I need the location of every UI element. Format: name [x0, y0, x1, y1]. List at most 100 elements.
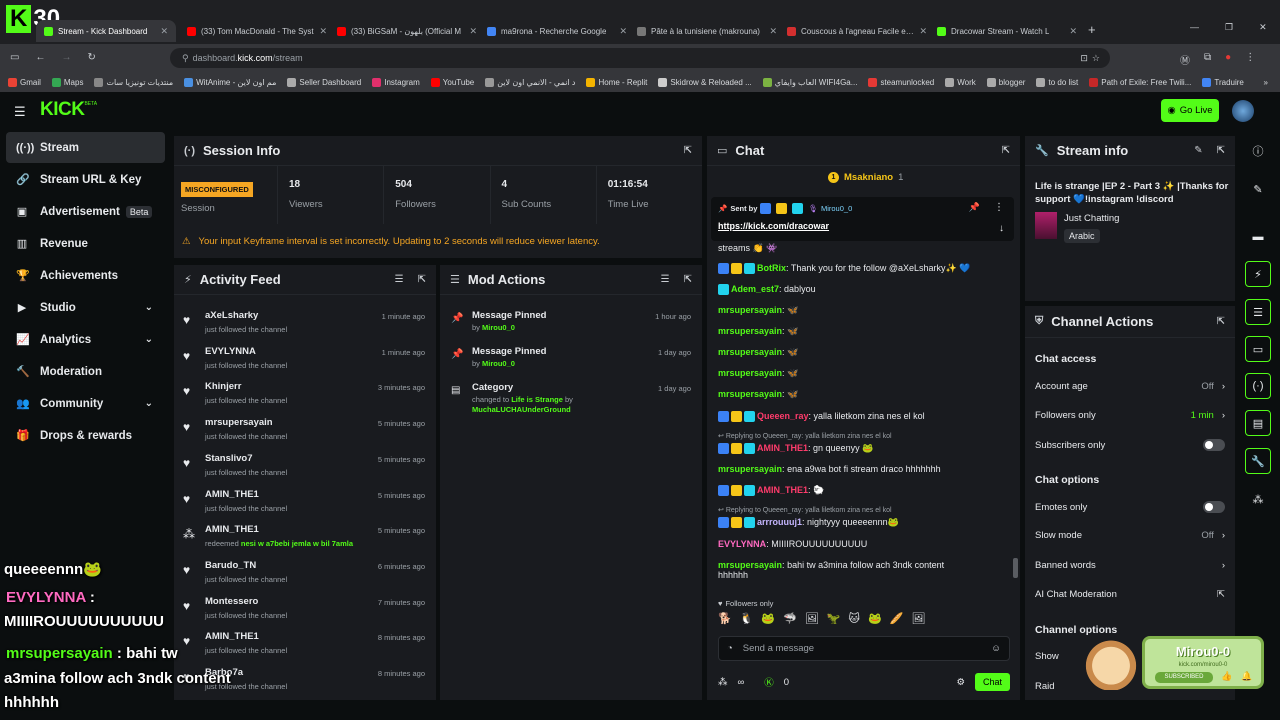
sidebar-item-stream-url-key[interactable]: 🔗 Stream URL & Key: [6, 164, 165, 195]
more-bookmarks-icon[interactable]: »: [1264, 78, 1268, 87]
browser-tab[interactable]: Couscous à l'agneau Facile et ra ✕: [787, 20, 927, 42]
reload-icon[interactable]: ↻: [87, 52, 95, 63]
list-icon[interactable]: ☰: [1245, 299, 1271, 325]
chat-top-gifter[interactable]: 1 Msakniano 1: [828, 172, 903, 183]
sidebar-item-moderation[interactable]: 🔨 Moderation: [6, 356, 165, 387]
emote-icon[interactable]: 🖼: [911, 612, 925, 630]
extension-m-icon[interactable]: Ⓜ: [1180, 52, 1190, 67]
bookmark-item[interactable]: to do list: [1036, 77, 1078, 87]
info-icon[interactable]: ⓘ: [1245, 138, 1271, 164]
reply-context[interactable]: ↩ Replying to Queeen_ray: yalla liletkom…: [718, 506, 892, 514]
sidebar-item-analytics[interactable]: 📈 Analytics ⌄: [6, 324, 165, 355]
chat-username[interactable]: arrrouuuj1: [757, 517, 802, 527]
site-info-icon[interactable]: ⚲: [182, 53, 189, 64]
emote-icon[interactable]: 🦖: [827, 612, 841, 630]
emote-icon[interactable]: 🐸: [761, 612, 775, 630]
popout-icon[interactable]: ⇱: [1217, 316, 1225, 327]
reply-context[interactable]: ↩ Replying to Queeen_ray: yalla liletkom…: [718, 432, 892, 440]
new-tab-icon[interactable]: +: [1088, 22, 1096, 37]
bookmark-item[interactable]: Seller Dashboard: [287, 77, 361, 87]
bookmark-item[interactable]: Path of Exile: Free Twili...: [1089, 77, 1191, 87]
chat-username[interactable]: EVYLYNNA: [718, 539, 766, 549]
language-tag[interactable]: Arabic: [1064, 229, 1100, 243]
sidebar-item-studio[interactable]: ▶ Studio ⌄: [6, 292, 165, 323]
lightning-icon[interactable]: ⚡: [1245, 261, 1271, 287]
kick-logo[interactable]: KICK BETA: [40, 99, 97, 121]
chat-username[interactable]: mrsupersayain: [718, 305, 782, 315]
activity-row[interactable]: ♥ Stanslivo7 just followed the channel 5 mi…: [180, 452, 430, 488]
bookmark-item[interactable]: Maps: [51, 77, 83, 87]
bookmark-item[interactable]: Skidrow & Reloaded ...: [658, 77, 752, 87]
chat-username[interactable]: mrsupersayain: [718, 464, 782, 474]
emote-icon[interactable]: 🐕: [718, 612, 732, 630]
browser-tab[interactable]: Dracowar Stream - Watch L ✕: [937, 20, 1077, 42]
chat-icon[interactable]: ▭: [1245, 336, 1271, 362]
bookmark-item[interactable]: Instagram: [372, 77, 420, 87]
pinned-message[interactable]: 📌 Sent by 🎙 Mirou0_0 https://kick.com/dr…: [711, 197, 1014, 241]
chat-username[interactable]: mrsupersayain: [718, 368, 782, 378]
banned-words-setting[interactable]: Banned words ›: [1035, 560, 1225, 571]
subscribers-only-toggle[interactable]: [1203, 439, 1225, 451]
edit-icon[interactable]: ✎: [1245, 176, 1271, 202]
mod-action-row[interactable]: 📌 Message Pinned 1 day ago by Mirou0_0: [446, 345, 696, 379]
filter-icon[interactable]: ☰: [661, 274, 670, 285]
more-icon[interactable]: ⋮: [994, 202, 1004, 213]
bookmark-item[interactable]: Work: [945, 77, 976, 87]
sidebar-item-drops-rewards[interactable]: 🎁 Drops & rewards: [6, 420, 165, 451]
chat-username[interactable]: AMIN_THE1: [757, 485, 808, 495]
emotes-only-setting[interactable]: Emotes only: [1035, 501, 1225, 513]
show-setting[interactable]: Show: [1035, 651, 1059, 662]
forward-icon[interactable]: →: [61, 52, 71, 63]
tab-close-icon[interactable]: ✕: [619, 26, 627, 37]
pinned-link[interactable]: https://kick.com/dracowar: [718, 221, 829, 231]
emote-icon[interactable]: 🥖: [890, 612, 904, 630]
account-age-setting[interactable]: Account age Off ›: [1035, 381, 1225, 392]
activity-row[interactable]: ♥ AMIN_THE1 just followed the channel 8 min…: [180, 630, 430, 666]
chat-username[interactable]: mrsupersayain: [718, 347, 782, 357]
emoji-icon[interactable]: ☺: [991, 643, 1001, 654]
bookmark-item[interactable]: Gmail: [8, 77, 41, 87]
broadcast-icon[interactable]: (·): [1245, 373, 1271, 399]
tab-close-icon[interactable]: ✕: [919, 26, 927, 37]
popout-icon[interactable]: ⇱: [1217, 145, 1225, 156]
settings-icon[interactable]: ⚙: [956, 677, 965, 688]
infinity-icon[interactable]: ∞: [738, 677, 745, 688]
mod-action-row[interactable]: 📌 Message Pinned 1 hour ago by Mirou0_0: [446, 309, 696, 343]
browser-tab[interactable]: (33) BiGSaM - بلهون (Official M ✕: [337, 20, 477, 42]
install-icon[interactable]: ⊡: [1080, 53, 1088, 64]
sidebar-toggle-icon[interactable]: ▭: [10, 52, 19, 63]
chat-username[interactable]: mrsupersayain: [718, 389, 782, 399]
avatar[interactable]: [1232, 100, 1254, 122]
mod-tools-icon[interactable]: ⁂: [718, 677, 728, 688]
sidebar-item-revenue[interactable]: ▥ Revenue: [6, 228, 165, 259]
browser-tab[interactable]: Pâte à la tunisiene (makrouna) ✕: [637, 20, 777, 42]
tab-close-icon[interactable]: ✕: [769, 26, 777, 37]
activity-row[interactable]: ♥ Khinjerr just followed the channel 3 minu…: [180, 380, 430, 416]
popout-icon[interactable]: ⇱: [684, 145, 692, 156]
wrench-icon[interactable]: 🔧: [1245, 448, 1271, 474]
share-icon[interactable]: ⁂: [1245, 486, 1271, 512]
emote-icon[interactable]: 🐱: [848, 612, 859, 630]
hamburger-icon[interactable]: ☰: [14, 104, 26, 120]
bookmark-item[interactable]: WitAnime - مم اون لاين: [184, 77, 276, 87]
chat-scrollbar[interactable]: [1013, 558, 1018, 578]
activity-row[interactable]: ♥ EVYLYNNA just followed the channel 1 minu…: [180, 345, 430, 381]
unpin-icon[interactable]: 📌: [969, 202, 980, 213]
slow-mode-setting[interactable]: Slow mode Off ›: [1035, 530, 1225, 541]
filter-icon[interactable]: ☰: [395, 274, 404, 285]
emote-icon[interactable]: 🐧: [740, 612, 754, 630]
sidebar-item-stream[interactable]: ((·)) Stream: [6, 132, 165, 163]
subscribers-only-setting[interactable]: Subscribers only: [1035, 439, 1225, 451]
expand-icon[interactable]: ↓: [999, 223, 1004, 234]
sidebar-item-advertisement[interactable]: ▣ Advertisement Beta: [6, 196, 165, 227]
bookmark-item[interactable]: Home - Replit: [586, 77, 647, 87]
chat-input[interactable]: ◔ Send a message ☺: [718, 636, 1010, 661]
popout-icon[interactable]: ⇱: [684, 274, 692, 285]
card-icon[interactable]: ▬: [1245, 224, 1271, 250]
popout-icon[interactable]: ⇱: [1002, 145, 1010, 156]
go-live-button[interactable]: ◉ Go Live: [1161, 99, 1219, 122]
emote-icon[interactable]: 🐸: [868, 612, 882, 630]
emote-icon[interactable]: 🦈: [783, 612, 797, 630]
bookmark-item[interactable]: منتديات تونيزيا سات: [94, 77, 173, 87]
bookmark-item[interactable]: steamunlocked: [868, 77, 934, 87]
